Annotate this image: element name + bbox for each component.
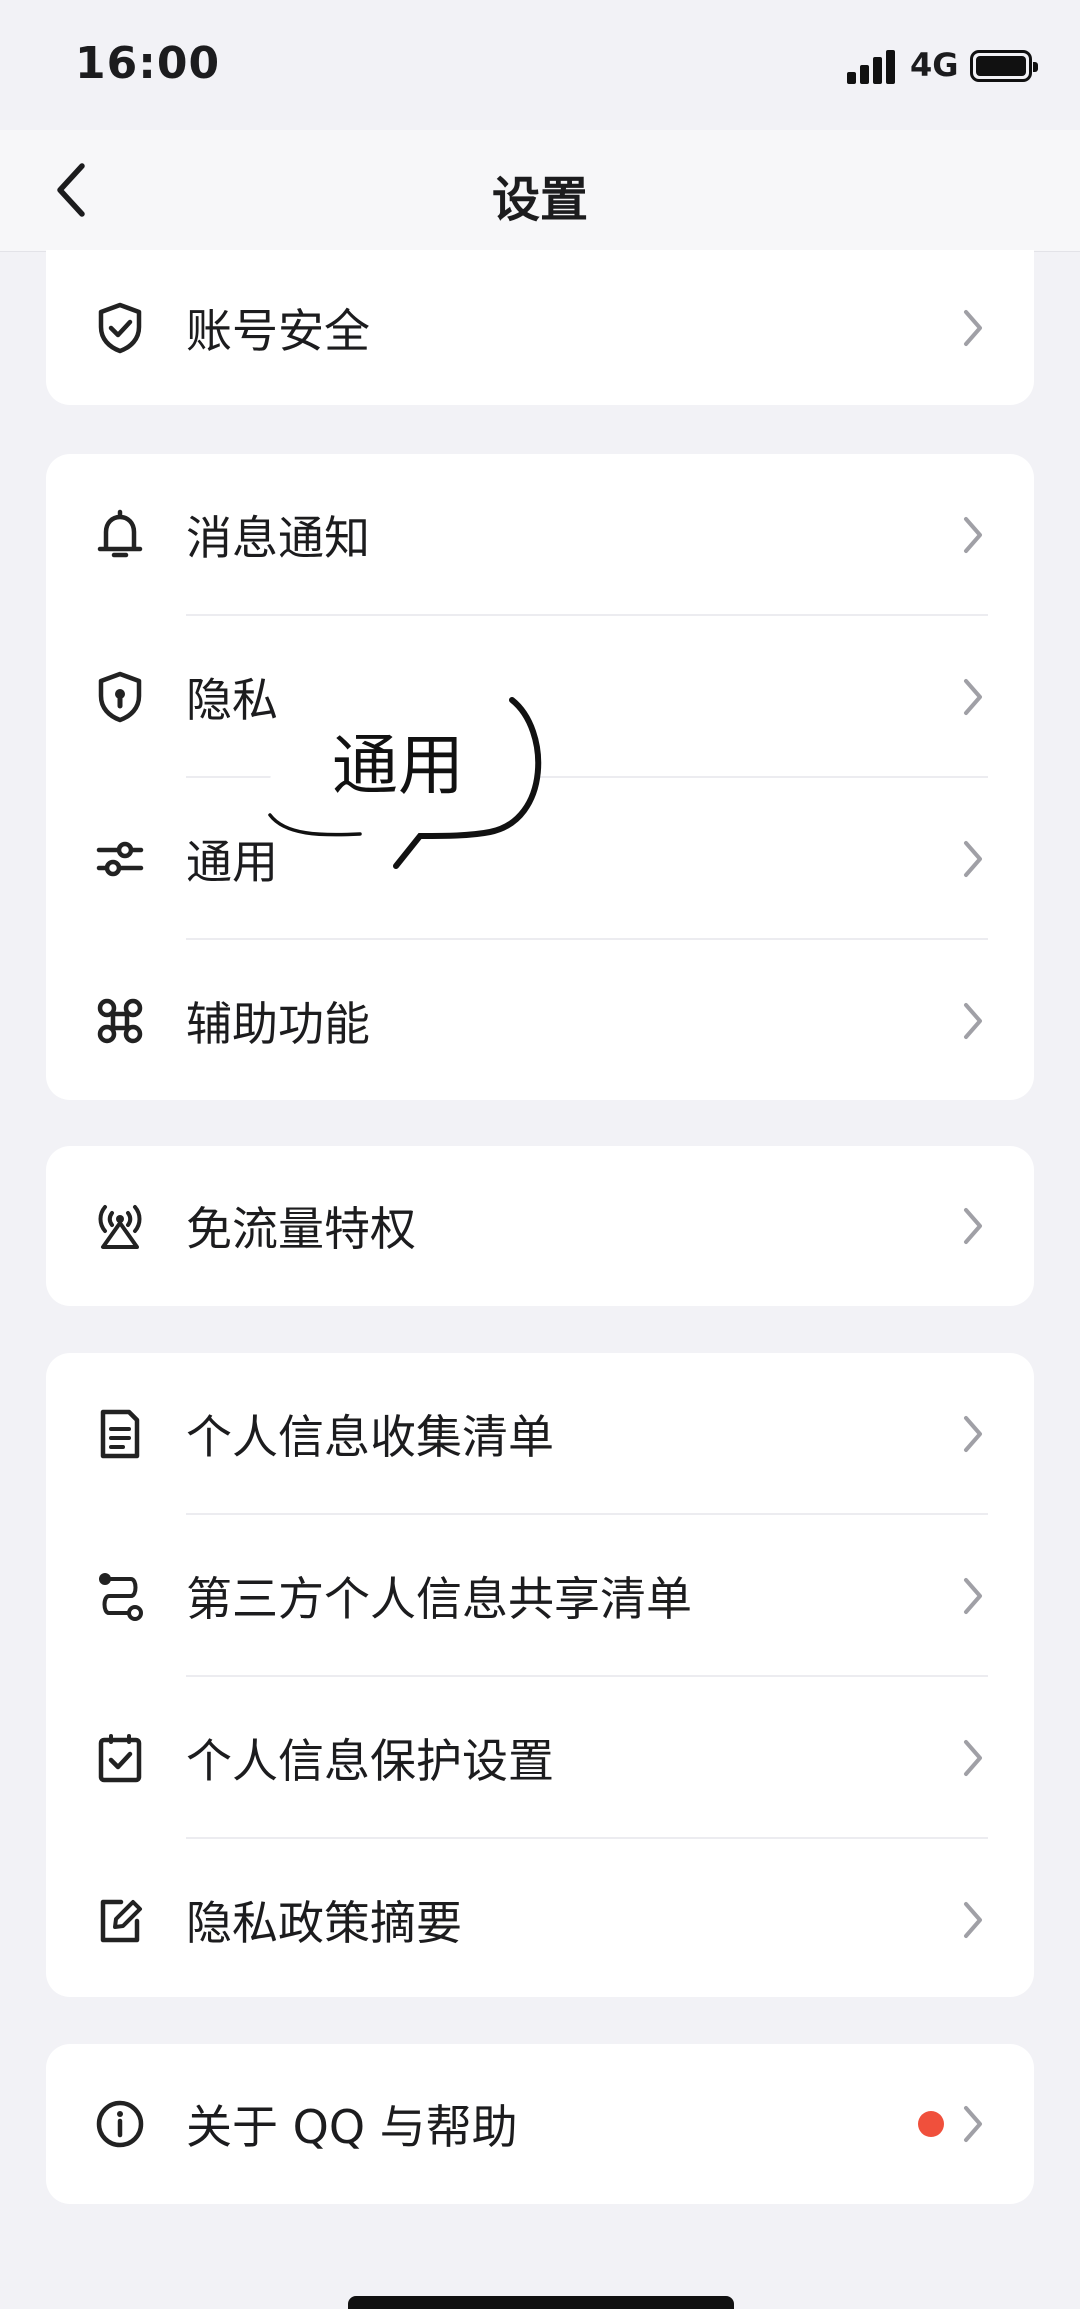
settings-screen: 16:00 4G 设置 账号安全 消息通知 隐私 通用 辅助功能 免流量特权 个… xyxy=(0,0,1080,2309)
row-notifications[interactable]: 消息通知 xyxy=(46,454,1034,616)
row-free-data[interactable]: 免流量特权 xyxy=(46,1146,1034,1306)
command-icon xyxy=(92,993,148,1049)
chevron-right-icon xyxy=(964,2106,982,2142)
row-info-protection-settings[interactable]: 个人信息保护设置 xyxy=(46,1677,1034,1839)
speech-bubble-text: 通用 xyxy=(332,727,464,804)
info-icon xyxy=(92,2096,148,2152)
sliders-icon xyxy=(92,831,148,887)
row-label: 消息通知 xyxy=(186,511,370,565)
chevron-right-icon xyxy=(964,517,982,553)
chevron-right-icon xyxy=(964,1416,982,1452)
chevron-right-icon xyxy=(964,1740,982,1776)
signal-icon xyxy=(847,48,897,84)
document-icon xyxy=(92,1406,148,1462)
chevron-right-icon xyxy=(964,309,982,346)
row-account-security[interactable]: 账号安全 xyxy=(46,250,1034,405)
checkbox-icon xyxy=(92,1730,148,1786)
chevron-right-icon xyxy=(964,841,982,877)
status-time: 16:00 xyxy=(75,38,221,89)
row-label: 个人信息收集清单 xyxy=(186,1410,554,1464)
row-info-collection-list[interactable]: 个人信息收集清单 xyxy=(46,1353,1034,1515)
shield-check-icon xyxy=(92,300,148,356)
row-accessibility[interactable]: 辅助功能 xyxy=(46,940,1034,1100)
row-privacy-policy-summary[interactable]: 隐私政策摘要 xyxy=(46,1839,1034,1997)
route-icon xyxy=(92,1568,148,1624)
chevron-right-icon xyxy=(964,679,982,715)
nav-bar: 设置 xyxy=(0,130,1080,252)
chevron-right-icon xyxy=(964,1208,982,1244)
status-bar: 16:00 4G xyxy=(0,0,1080,130)
chevron-right-icon xyxy=(964,1578,982,1614)
battery-icon xyxy=(970,50,1038,82)
bell-icon xyxy=(92,507,148,563)
chevron-right-icon xyxy=(964,1003,982,1039)
settings-group-account: 账号安全 xyxy=(46,250,1034,405)
row-third-party-sharing[interactable]: 第三方个人信息共享清单 xyxy=(46,1515,1034,1677)
row-label: 个人信息保护设置 xyxy=(186,1734,554,1788)
row-label: 关于 QQ 与帮助 xyxy=(186,2100,518,2154)
row-about-help[interactable]: 关于 QQ 与帮助 xyxy=(46,2044,1034,2204)
row-label: 辅助功能 xyxy=(186,997,370,1051)
notification-badge xyxy=(918,2111,944,2137)
shield-keyhole-icon xyxy=(92,669,148,725)
page-title: 设置 xyxy=(491,172,588,228)
row-label: 第三方个人信息共享清单 xyxy=(186,1572,692,1626)
row-label: 隐私政策摘要 xyxy=(186,1896,462,1950)
row-label: 免流量特权 xyxy=(186,1202,416,1256)
antenna-icon xyxy=(92,1198,148,1254)
row-label: 账号安全 xyxy=(186,303,370,358)
settings-group-about: 关于 QQ 与帮助 xyxy=(46,2044,1034,2204)
chevron-right-icon xyxy=(964,1902,982,1938)
home-indicator xyxy=(348,2296,734,2309)
network-type: 4G xyxy=(910,46,959,84)
settings-group-data: 免流量特权 xyxy=(46,1146,1034,1306)
settings-group-privacy-info: 个人信息收集清单 第三方个人信息共享清单 个人信息保护设置 隐私政策摘要 xyxy=(46,1353,1034,1997)
edit-icon xyxy=(92,1892,148,1948)
